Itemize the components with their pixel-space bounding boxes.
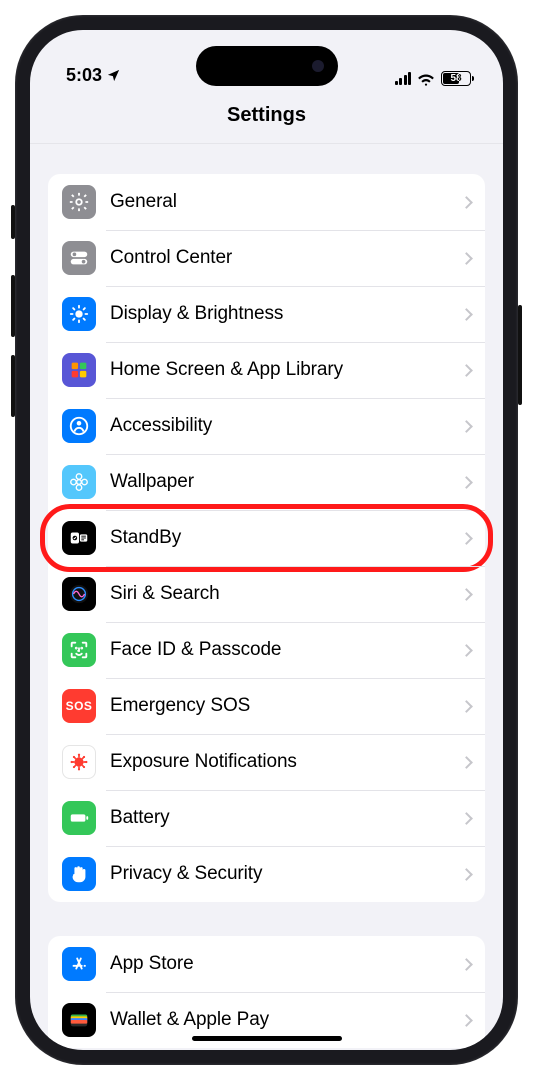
chevron-right-icon: [460, 1014, 473, 1027]
settings-row-wallpaper[interactable]: Wallpaper: [48, 454, 485, 510]
location-icon: [106, 68, 121, 83]
settings-row-emergency-sos[interactable]: SOS Emergency SOS: [48, 678, 485, 734]
chevron-right-icon: [460, 476, 473, 489]
settings-row-home-screen[interactable]: Home Screen & App Library: [48, 342, 485, 398]
cellular-icon: [395, 72, 412, 85]
settings-row-general[interactable]: General: [48, 174, 485, 230]
settings-list[interactable]: General Control Center Display & Brightnes…: [30, 144, 503, 1050]
grid-icon: [62, 353, 96, 387]
chevron-right-icon: [460, 588, 473, 601]
settings-row-display-brightness[interactable]: Display & Brightness: [48, 286, 485, 342]
appstore-icon: [62, 947, 96, 981]
page-title: Settings: [30, 86, 503, 144]
row-label: Home Screen & App Library: [110, 359, 462, 381]
hand-icon: [62, 857, 96, 891]
row-label: StandBy: [110, 527, 462, 549]
settings-row-battery[interactable]: Battery: [48, 790, 485, 846]
row-label: Battery: [110, 807, 462, 829]
sun-icon: [62, 297, 96, 331]
row-label: General: [110, 191, 462, 213]
settings-row-control-center[interactable]: Control Center: [48, 230, 485, 286]
standby-icon: [62, 521, 96, 555]
faceid-icon: [62, 633, 96, 667]
siri-icon: [62, 577, 96, 611]
toggles-icon: [62, 241, 96, 275]
row-label: Wallet & Apple Pay: [110, 1009, 462, 1031]
settings-row-privacy-security[interactable]: Privacy & Security: [48, 846, 485, 902]
chevron-right-icon: [460, 868, 473, 881]
row-label: Privacy & Security: [110, 863, 462, 885]
sos-icon: SOS: [62, 689, 96, 723]
row-label: App Store: [110, 953, 462, 975]
home-indicator[interactable]: [192, 1036, 342, 1041]
chevron-right-icon: [460, 420, 473, 433]
chevron-right-icon: [460, 308, 473, 321]
status-time: 5:03: [66, 65, 102, 86]
chevron-right-icon: [460, 756, 473, 769]
chevron-right-icon: [460, 958, 473, 971]
settings-row-siri-search[interactable]: Siri & Search: [48, 566, 485, 622]
virus-icon: [62, 745, 96, 779]
chevron-right-icon: [460, 252, 473, 265]
gear-icon: [62, 185, 96, 219]
chevron-right-icon: [460, 812, 473, 825]
wallet-icon: [62, 1003, 96, 1037]
battery-icon: 58: [441, 71, 471, 86]
wifi-icon: [417, 72, 435, 86]
chevron-right-icon: [460, 364, 473, 377]
battery-icon: [62, 801, 96, 835]
settings-row-app-store[interactable]: App Store: [48, 936, 485, 992]
row-label: Wallpaper: [110, 471, 462, 493]
row-label: Accessibility: [110, 415, 462, 437]
flower-icon: [62, 465, 96, 499]
chevron-right-icon: [460, 700, 473, 713]
row-label: Exposure Notifications: [110, 751, 462, 773]
chevron-right-icon: [460, 644, 473, 657]
row-label: Face ID & Passcode: [110, 639, 462, 661]
dynamic-island: [196, 46, 338, 86]
settings-row-standby[interactable]: StandBy: [48, 510, 485, 566]
settings-row-exposure-notifications[interactable]: Exposure Notifications: [48, 734, 485, 790]
settings-row-faceid-passcode[interactable]: Face ID & Passcode: [48, 622, 485, 678]
row-label: Display & Brightness: [110, 303, 462, 325]
chevron-right-icon: [460, 532, 473, 545]
settings-row-accessibility[interactable]: Accessibility: [48, 398, 485, 454]
chevron-right-icon: [460, 196, 473, 209]
person-icon: [62, 409, 96, 443]
row-label: Control Center: [110, 247, 462, 269]
row-label: Emergency SOS: [110, 695, 462, 717]
row-label: Siri & Search: [110, 583, 462, 605]
